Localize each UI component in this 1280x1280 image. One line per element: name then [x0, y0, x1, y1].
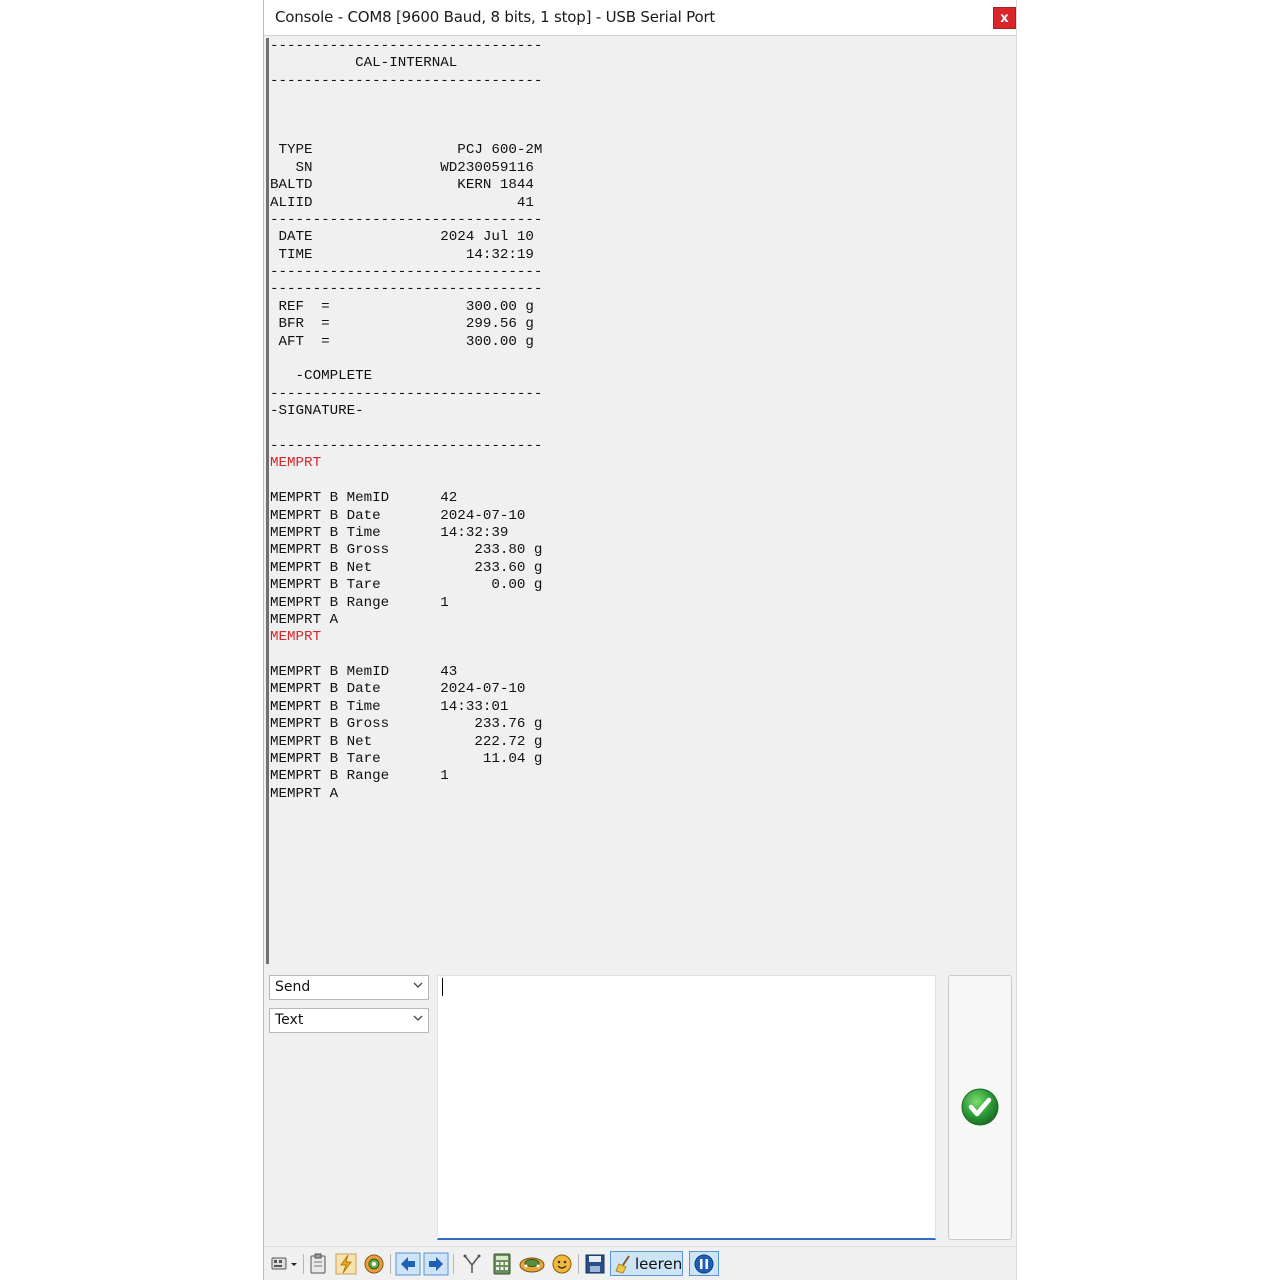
- chevron-down-icon: [413, 982, 423, 988]
- send-input-value: [442, 978, 444, 996]
- lightning-icon: [335, 1253, 357, 1275]
- keyboard-menu-button[interactable]: [270, 1252, 300, 1276]
- next-button[interactable]: [423, 1252, 449, 1276]
- console-text: -------------------------------- CAL-INT…: [269, 38, 1016, 803]
- console-line: REF = 300.00 g: [270, 298, 534, 315]
- connect-button[interactable]: [518, 1252, 546, 1276]
- pause-icon: [694, 1254, 714, 1274]
- clipboard-button[interactable]: [306, 1252, 330, 1276]
- console-line: CAL-INTERNAL: [270, 55, 458, 72]
- console-line: DATE 2024 Jul 10: [270, 229, 534, 246]
- filter-icon: [463, 1254, 481, 1273]
- console-line: MEMPRT B Date 2024-07-10: [270, 507, 526, 524]
- console-line: MEMPRT B Gross 233.80 g: [270, 542, 543, 559]
- options-icon: [364, 1254, 384, 1274]
- console-line: -SIGNATURE-: [270, 403, 364, 420]
- smiley-icon: [552, 1254, 572, 1274]
- console-line: MEMPRT B Range 1: [270, 594, 449, 611]
- console-line: MEMPRT A: [270, 785, 339, 802]
- toolbar: leeren: [264, 1246, 1016, 1280]
- title-bar: Console - COM8 [9600 Baud, 8 bits, 1 sto…: [264, 0, 1016, 36]
- calculator-icon: [493, 1253, 511, 1275]
- calculator-button[interactable]: [490, 1252, 514, 1276]
- send-mode-select[interactable]: Send: [269, 975, 429, 1000]
- console-line: --------------------------------: [270, 38, 543, 54]
- console-line: MEMPRT: [270, 629, 322, 646]
- console-line: --------------------------------: [270, 281, 543, 298]
- options-button[interactable]: [362, 1252, 386, 1276]
- console-line: AFT = 300.00 g: [270, 333, 534, 350]
- console-line: MEMPRT B Tare 0.00 g: [270, 577, 543, 594]
- console-line: BALTD KERN 1844: [270, 177, 534, 194]
- arrow-right-icon: [423, 1252, 449, 1276]
- console-line: MEMPRT B Range 1: [270, 768, 449, 785]
- save-button[interactable]: [584, 1252, 606, 1276]
- chevron-down-icon: [413, 1015, 423, 1021]
- window-title: Console - COM8 [9600 Baud, 8 bits, 1 sto…: [275, 8, 716, 26]
- checkmark-icon: [961, 1088, 999, 1126]
- console-line: MEMPRT B Tare 11.04 g: [270, 751, 543, 768]
- clear-button-label: leeren: [635, 1255, 683, 1273]
- console-line: MEMPRT B MemID 42: [270, 490, 458, 507]
- keyboard-menu-icon: [271, 1257, 297, 1270]
- console-line: SN WD230059116: [270, 159, 534, 176]
- send-format-value: Text: [275, 1012, 304, 1028]
- broom-icon: [615, 1255, 630, 1274]
- connect-icon: [519, 1257, 545, 1273]
- filter-button[interactable]: [460, 1252, 484, 1276]
- console-line: ALIID 41: [270, 194, 534, 211]
- console-line: MEMPRT A: [270, 611, 339, 628]
- console-line: MEMPRT B Time 14:33:01: [270, 698, 509, 715]
- console-line: TIME 14:32:19: [270, 246, 534, 263]
- console-line: MEMPRT B Net 222.72 g: [270, 733, 543, 750]
- console-output[interactable]: -------------------------------- CAL-INT…: [266, 38, 1016, 964]
- send-mode-value: Send: [275, 979, 311, 995]
- clipboard-icon: [310, 1253, 326, 1274]
- console-line: --------------------------------: [270, 211, 543, 228]
- previous-button[interactable]: [395, 1252, 421, 1276]
- console-window: Console - COM8 [9600 Baud, 8 bits, 1 sto…: [263, 0, 1017, 1280]
- console-line: TYPE PCJ 600-2M: [270, 142, 543, 159]
- send-format-select[interactable]: Text: [269, 1008, 429, 1033]
- console-line: MEMPRT B Date 2024-07-10: [270, 681, 526, 698]
- save-icon: [585, 1254, 605, 1274]
- console-line: -COMPLETE: [270, 368, 373, 385]
- pause-button[interactable]: [689, 1251, 719, 1276]
- send-panel: Send Text: [264, 964, 1016, 1246]
- arrow-left-icon: [395, 1252, 421, 1276]
- console-line: MEMPRT B Gross 233.76 g: [270, 716, 543, 733]
- clear-button[interactable]: leeren: [610, 1251, 683, 1276]
- console-line: MEMPRT B Net 233.60 g: [270, 559, 543, 576]
- console-line: --------------------------------: [270, 437, 543, 454]
- close-button[interactable]: x: [993, 7, 1016, 29]
- console-line: BFR = 299.56 g: [270, 316, 534, 333]
- console-line: MEMPRT: [270, 455, 322, 472]
- console-line: --------------------------------: [270, 72, 543, 89]
- lightning-button[interactable]: [334, 1252, 358, 1276]
- console-line: --------------------------------: [270, 264, 543, 281]
- smiley-button[interactable]: [550, 1252, 574, 1276]
- console-line: --------------------------------: [270, 385, 543, 402]
- send-input[interactable]: [437, 975, 936, 1240]
- console-line: MEMPRT B Time 14:32:39: [270, 524, 509, 541]
- send-button[interactable]: [948, 975, 1012, 1240]
- console-line: MEMPRT B MemID 43: [270, 664, 458, 681]
